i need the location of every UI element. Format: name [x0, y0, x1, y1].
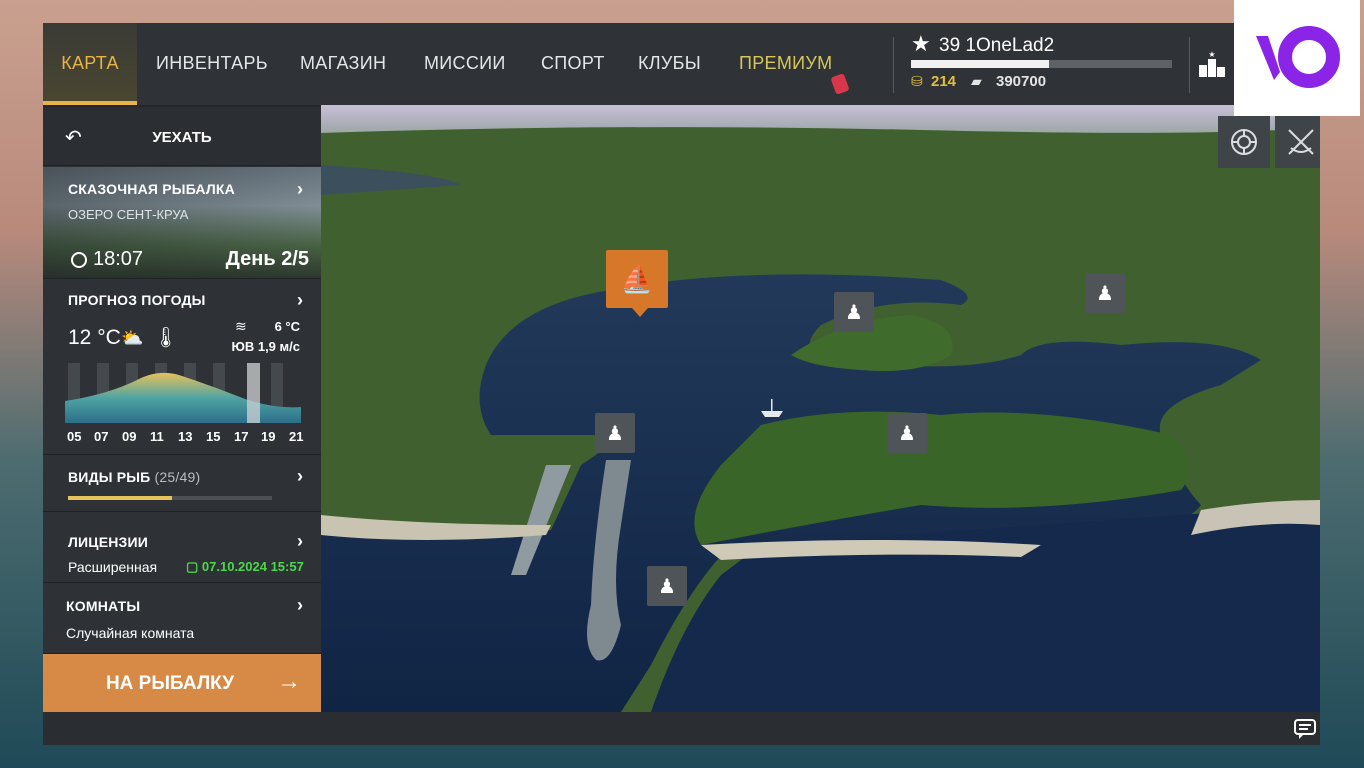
chevron-right-icon: › — [297, 290, 303, 310]
license-expiry: ▢ 07.10.2024 15:57 — [186, 559, 304, 574]
licenses-title: ЛИЦЕНЗИИ — [68, 534, 149, 550]
lifebuoy-icon — [1231, 129, 1257, 155]
chevron-right-icon: › — [297, 531, 303, 551]
fishing-spot[interactable]: ♟ — [647, 566, 687, 606]
location-subtitle: ОЗЕРО СЕНТ-КРУА — [68, 207, 189, 222]
fish-species-label: ВИДЫ РЫБ — [68, 469, 151, 485]
game-time: 18:07 — [93, 248, 144, 270]
clock-icon — [71, 252, 87, 268]
lifebuoy-button[interactable] — [1218, 116, 1270, 168]
rooms-title: КОМНАТЫ — [66, 598, 141, 614]
forecast-hour: 09 — [122, 429, 137, 444]
fish-species-title: ВИДЫ РЫБ (25/49) — [68, 469, 200, 485]
gold-coins-icon: ⛁ — [911, 73, 923, 89]
tab-sport[interactable]: СПОРТ — [541, 23, 605, 105]
tab-premium[interactable]: ПРЕМИУМ — [739, 23, 832, 105]
xp-progress-bar — [911, 60, 1172, 68]
chevron-right-icon: › — [297, 595, 303, 615]
air-temperature: 12 °C — [68, 326, 121, 349]
room-type: Случайная комната — [66, 625, 195, 641]
player-level-name[interactable]: 39 1OneLad2 — [939, 35, 1054, 57]
location-card[interactable]: СКАЗОЧНАЯ РЫБАЛКА › ОЗЕРО СЕНТ-КРУА 18:0… — [43, 167, 321, 279]
bottom-bar — [43, 712, 1320, 745]
rooms-card[interactable]: КОМНАТЫ › Случайная комната — [43, 584, 321, 654]
partly-cloudy-icon: ⛅ — [121, 328, 144, 348]
location-title: СКАЗОЧНАЯ РЫБАЛКА — [68, 181, 235, 197]
forecast-curve — [65, 363, 301, 423]
fishing-spot[interactable]: ♟ — [1085, 273, 1125, 313]
thermometer-icon: 🌡 — [153, 327, 179, 349]
tab-missions[interactable]: МИССИИ — [424, 23, 506, 105]
leave-location-button[interactable]: ↶ УЕХАТЬ — [43, 107, 321, 166]
crossed-rods-button[interactable] — [1275, 116, 1320, 168]
overlay-logo — [1234, 0, 1360, 116]
weather-title: ПРОГНОЗ ПОГОДЫ — [68, 292, 206, 308]
crossed-rods-icon — [1288, 129, 1314, 155]
tab-clubs[interactable]: КЛУБЫ — [638, 23, 701, 105]
fishing-spot[interactable]: ♟ — [834, 292, 874, 332]
angler-icon: ♟ — [845, 301, 863, 324]
fish-progress-fill — [68, 496, 173, 500]
boat-fishing-icon: ⛵ — [620, 263, 654, 294]
gold-balance: 214 — [931, 73, 957, 90]
water-temperature: 6 °C — [274, 319, 300, 334]
arrow-right-icon: → — [277, 668, 301, 695]
forecast-hour: 15 — [206, 429, 221, 444]
top-navigation-bar: КАРТА ИНВЕНТАРЬ МАГАЗИН МИССИИ СПОРТ КЛУ… — [43, 23, 1320, 105]
sale-tag-icon — [830, 73, 850, 95]
fish-species-count: (25/49) — [154, 469, 201, 485]
lake-map[interactable]: ⛵ ♟ ♟ ♟ ♟ ♟ — [321, 105, 1320, 712]
game-window: КАРТА ИНВЕНТАРЬ МАГАЗИН МИССИИ СПОРТ КЛУ… — [43, 23, 1320, 745]
silver-bills-icon: ▰ — [971, 73, 982, 89]
marker-pointer — [632, 308, 648, 317]
go-fishing-button[interactable]: НА РЫБАЛКУ → — [43, 654, 321, 712]
tab-inventory[interactable]: ИНВЕНТАРЬ — [156, 23, 268, 105]
chat-icon[interactable] — [1293, 718, 1317, 740]
angler-icon: ♟ — [1096, 282, 1114, 305]
weather-forecast-card[interactable]: ПРОГНОЗ ПОГОДЫ › 12 °C ⛅ 🌡 ≋ 6 °C ЮВ 1,9… — [43, 280, 321, 455]
fish-progress-bar — [68, 496, 272, 500]
forecast-hour: 11 — [150, 429, 164, 444]
licenses-card[interactable]: ЛИЦЕНЗИИ › Расширенная ▢ 07.10.2024 15:5… — [43, 513, 321, 583]
angler-icon: ♟ — [898, 422, 916, 445]
leave-label: УЕХАТЬ — [152, 129, 212, 146]
license-expiry-date: 07.10.2024 15:57 — [201, 559, 304, 574]
water-waves-icon: ≋ — [235, 318, 247, 334]
leaderboard-icon[interactable]: ★ — [1197, 49, 1227, 79]
wind-info: ЮВ 1,9 м/с — [231, 339, 300, 354]
lake-terrain — [321, 105, 1320, 712]
svg-text:★: ★ — [1208, 50, 1215, 59]
active-fishing-spot[interactable]: ⛵ — [606, 250, 668, 317]
xp-progress-fill — [911, 60, 1050, 68]
current-hour-marker — [247, 363, 260, 423]
go-fishing-label: НА РЫБАЛКУ — [105, 673, 235, 694]
divider — [893, 37, 894, 93]
chevron-right-icon: › — [297, 179, 303, 199]
forecast-hour: 17 — [234, 429, 249, 444]
silver-balance: 390700 — [996, 73, 1047, 90]
divider — [1189, 37, 1190, 93]
forecast-hour: 19 — [261, 429, 276, 444]
fishing-spot[interactable]: ♟ — [595, 413, 635, 453]
yo-logo-icon — [1256, 26, 1340, 88]
forecast-hour: 05 — [67, 429, 82, 444]
forecast-hour: 07 — [94, 429, 109, 444]
license-type: Расширенная — [68, 559, 158, 575]
fish-species-card[interactable]: ВИДЫ РЫБ (25/49) › — [43, 456, 321, 512]
forecast-hour: 13 — [178, 429, 193, 444]
angler-icon: ♟ — [658, 575, 676, 598]
fishing-spot[interactable]: ♟ — [887, 413, 927, 453]
forecast-hour: 21 — [289, 429, 304, 444]
tab-map[interactable]: КАРТА — [43, 23, 137, 105]
chevron-right-icon: › — [297, 466, 303, 486]
angler-icon: ♟ — [606, 422, 624, 445]
tab-shop[interactable]: МАГАЗИН — [300, 23, 386, 105]
location-side-panel: ↶ УЕХАТЬ СКАЗОЧНАЯ РЫБАЛКА › ОЗЕРО СЕНТ-… — [43, 107, 321, 712]
star-icon: ★ — [911, 31, 931, 56]
day-counter: День 2/5 — [225, 248, 309, 270]
